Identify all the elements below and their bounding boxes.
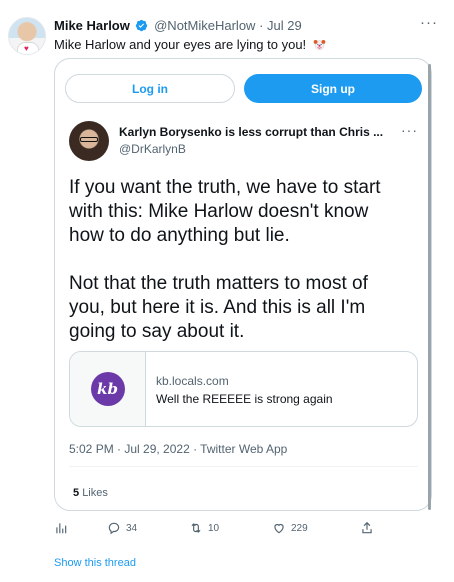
likes-number: 5: [73, 487, 80, 499]
author-avatar[interactable]: ♥: [8, 17, 46, 55]
locals-logo: kb: [90, 372, 125, 406]
separator-dot: ·: [259, 18, 264, 33]
glasses-shape: [80, 137, 98, 142]
quoted-author-avatar[interactable]: [69, 121, 109, 161]
quoted-line: how to do anything but lie.: [69, 225, 290, 246]
quoted-tweet-body: If you want the truth, we have to start …: [69, 176, 419, 368]
divider: [69, 466, 418, 467]
tweet-date[interactable]: Jul 29: [267, 18, 302, 33]
likes-count[interactable]: 5 Likes: [73, 487, 108, 499]
retweet-button[interactable]: 10: [189, 521, 219, 535]
more-options-icon[interactable]: ···: [420, 14, 438, 31]
share-button[interactable]: [360, 521, 374, 535]
quoted-line: you, but here it is. And this is all I'm: [69, 297, 366, 318]
quoted-timestamp[interactable]: 5:02 PM · Jul 29, 2022 · Twitter Web App: [69, 442, 287, 456]
clown-face-emoji-icon: [313, 38, 326, 51]
quoted-more-icon[interactable]: ···: [401, 122, 418, 138]
retweet-icon: [191, 523, 201, 533]
reply-button[interactable]: 34: [107, 521, 137, 535]
quoted-line: going to say about it.: [69, 321, 245, 342]
link-preview-card[interactable]: kb kb.locals.com Well the REEEEE is stro…: [69, 351, 418, 427]
embed-scrollbar[interactable]: [428, 64, 431, 510]
verified-badge-icon: [135, 19, 148, 35]
quoted-paragraph-1: If you want the truth, we have to start …: [69, 176, 419, 248]
quoted-author-handle[interactable]: @DrKarlynB: [119, 142, 186, 156]
heart-icon: ♥: [24, 44, 29, 53]
author-name[interactable]: Mike Harlow: [54, 18, 130, 33]
quoted-paragraph-2: Not that the truth matters to most of yo…: [69, 272, 419, 344]
reply-count: 34: [126, 522, 138, 534]
link-thumbnail: kb: [70, 352, 146, 426]
analytics-icon: [56, 523, 67, 534]
retweet-count: 10: [208, 522, 220, 534]
likes-label: Likes: [82, 487, 108, 499]
quoted-line: If you want the truth, we have to start: [69, 177, 381, 198]
link-domain: kb.locals.com: [156, 374, 229, 388]
quoted-line: Not that the truth matters to most of: [69, 273, 368, 294]
author-handle[interactable]: @NotMikeHarlow: [154, 18, 255, 33]
login-button[interactable]: Log in: [65, 74, 235, 103]
heart-outline-icon: [274, 523, 284, 534]
reply-icon: [108, 522, 120, 535]
tweet-header: Mike Harlow @NotMikeHarlow · Jul 29: [54, 18, 302, 35]
tweet-text-content: Mike Harlow and your eyes are lying to y…: [54, 37, 307, 52]
link-title: Well the REEEEE is strong again: [156, 392, 333, 406]
signup-button[interactable]: Sign up: [244, 74, 422, 103]
tweet-text: Mike Harlow and your eyes are lying to y…: [54, 37, 326, 52]
quoted-author-name[interactable]: Karlyn Borysenko is less corrupt than Ch…: [119, 125, 383, 139]
like-button[interactable]: 229: [272, 521, 308, 535]
like-count: 229: [291, 522, 308, 534]
analytics-button[interactable]: [54, 521, 68, 535]
show-thread-link[interactable]: Show this thread: [54, 557, 136, 569]
share-icon: [362, 521, 372, 534]
quoted-line: with this: Mike Harlow doesn't know: [69, 201, 369, 222]
